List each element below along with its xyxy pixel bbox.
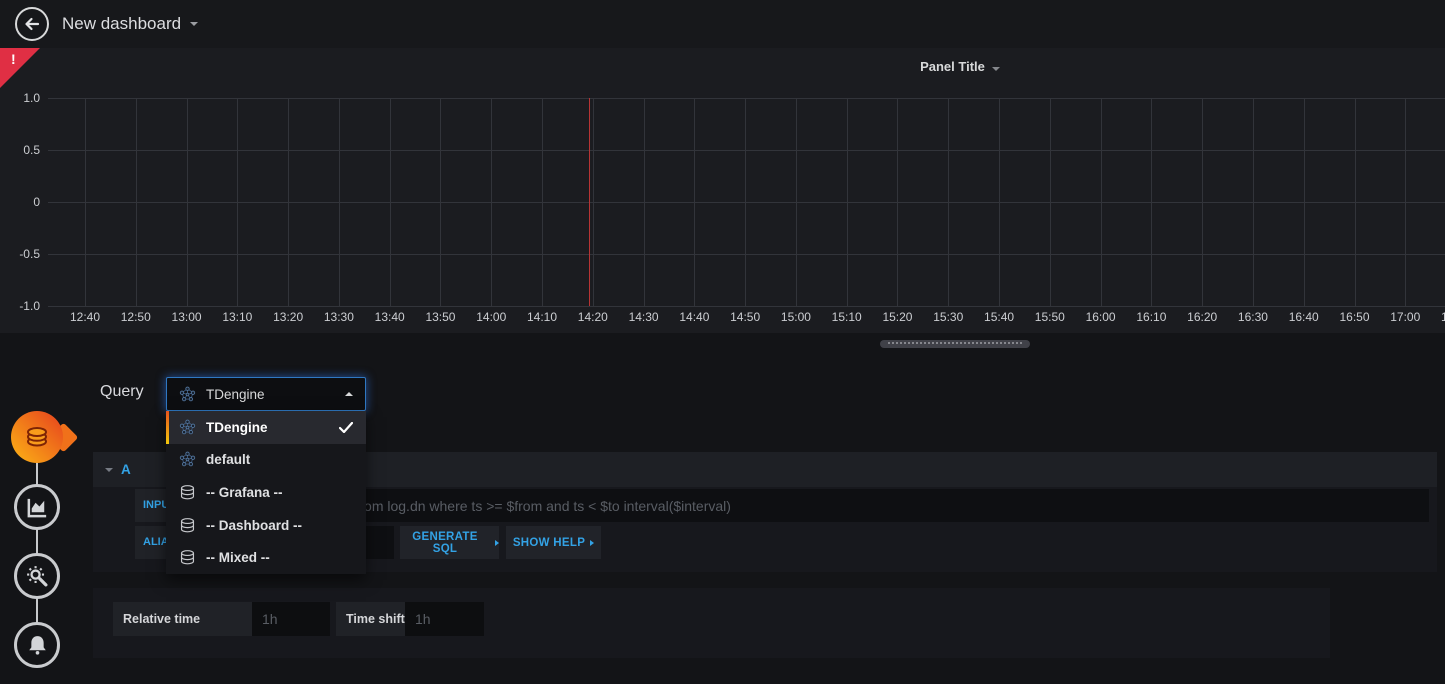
datasource-select-value: TDengine — [206, 387, 265, 402]
tdengine-logo-icon — [179, 451, 196, 468]
v-gridline — [339, 98, 340, 306]
database-icon — [179, 484, 196, 501]
time-shift-input[interactable] — [405, 602, 484, 636]
v-gridline — [897, 98, 898, 306]
v-gridline — [288, 98, 289, 306]
graph-panel: Panel Title 1.00.50-0.5-1.012:4012:5013:… — [0, 48, 1445, 333]
area-chart-icon — [25, 495, 50, 520]
y-axis-tick: 0.5 — [0, 143, 40, 157]
v-gridline — [999, 98, 1000, 306]
top-navbar: New dashboard — [0, 0, 1445, 48]
h-gridline — [48, 150, 1445, 151]
caret-right-icon — [590, 540, 594, 546]
time-options-section: Relative time Time shift — [93, 588, 1330, 658]
tabs-connector-line — [36, 437, 38, 645]
check-icon — [339, 422, 353, 433]
v-gridline — [644, 98, 645, 306]
v-gridline — [1101, 98, 1102, 306]
h-gridline — [48, 306, 1445, 307]
v-gridline — [948, 98, 949, 306]
panel-resize-handle[interactable] — [880, 340, 1030, 348]
dashboard-title: New dashboard — [62, 14, 181, 34]
datasource-option-label: -- Dashboard -- — [206, 518, 302, 533]
y-axis-tick: -0.5 — [0, 247, 40, 261]
show-help-button[interactable]: SHOW HELP — [506, 526, 601, 559]
datasource-option-label: -- Mixed -- — [206, 550, 270, 565]
v-gridline — [745, 98, 746, 306]
v-gridline — [1355, 98, 1356, 306]
v-gridline — [136, 98, 137, 306]
tdengine-logo-icon — [179, 386, 196, 403]
gear-wrench-icon — [25, 564, 50, 589]
x-axis-tick: 17:10 — [1426, 310, 1445, 324]
datasource-option-mixed[interactable]: -- Mixed -- — [166, 541, 366, 574]
v-gridline — [1050, 98, 1051, 306]
chevron-down-icon — [992, 67, 1000, 71]
y-axis-tick: 1.0 — [0, 91, 40, 105]
h-gridline — [48, 202, 1445, 203]
time-annotation-line — [589, 98, 590, 306]
v-gridline — [1202, 98, 1203, 306]
bell-icon — [25, 633, 50, 658]
datasource-option-default[interactable]: default — [166, 444, 366, 477]
generate-sql-button[interactable]: GENERATE SQL — [400, 526, 499, 559]
datasource-option-label: default — [206, 452, 250, 467]
panel-title: Panel Title — [920, 59, 985, 74]
h-gridline — [48, 254, 1445, 255]
chevron-down-icon — [190, 22, 198, 26]
h-gridline — [48, 98, 1445, 99]
v-gridline — [1304, 98, 1305, 306]
v-gridline — [85, 98, 86, 306]
tab-visualization[interactable] — [14, 484, 60, 530]
v-gridline — [593, 98, 594, 306]
v-gridline — [1151, 98, 1152, 306]
datasource-option-dashboard[interactable]: -- Dashboard -- — [166, 509, 366, 542]
dashboard-title-dropdown[interactable]: New dashboard — [62, 0, 198, 48]
v-gridline — [694, 98, 695, 306]
relative-time-label: Relative time — [113, 602, 252, 636]
relative-time-input[interactable] — [252, 602, 330, 636]
database-icon — [179, 549, 196, 566]
datasource-select[interactable]: TDengine — [166, 377, 366, 411]
v-gridline — [187, 98, 188, 306]
chevron-up-icon — [345, 392, 353, 396]
database-icon — [23, 423, 51, 451]
v-gridline — [1253, 98, 1254, 306]
tab-queries[interactable] — [11, 411, 69, 463]
v-gridline — [390, 98, 391, 306]
query-section-label: Query — [100, 383, 144, 401]
sql-input[interactable] — [186, 489, 1429, 522]
tab-alert[interactable] — [14, 622, 60, 668]
v-gridline — [1405, 98, 1406, 306]
database-icon — [179, 517, 196, 534]
y-axis-tick: 0 — [0, 195, 40, 209]
exclamation-icon: ! — [11, 51, 16, 67]
y-axis-tick: -1.0 — [0, 299, 40, 313]
datasource-option-label: TDengine — [206, 420, 268, 435]
datasource-menu: TDengine default -- Grafana -- -- Dashboard… — [166, 411, 366, 574]
back-button[interactable] — [15, 7, 49, 41]
query-row-letter: A — [121, 462, 131, 477]
v-gridline — [542, 98, 543, 306]
v-gridline — [796, 98, 797, 306]
v-gridline — [440, 98, 441, 306]
time-shift-label: Time shift — [336, 602, 405, 636]
v-gridline — [847, 98, 848, 306]
tdengine-logo-icon — [179, 419, 196, 436]
arrow-left-icon — [23, 15, 41, 33]
datasource-option-tdengine[interactable]: TDengine — [166, 411, 366, 444]
chevron-down-icon — [105, 468, 113, 472]
datasource-option-grafana[interactable]: -- Grafana -- — [166, 476, 366, 509]
caret-right-icon — [495, 540, 499, 546]
panel-title-dropdown[interactable]: Panel Title — [830, 58, 1090, 76]
datasource-option-label: -- Grafana -- — [206, 485, 283, 500]
panel-error-indicator[interactable] — [0, 48, 40, 88]
v-gridline — [237, 98, 238, 306]
v-gridline — [491, 98, 492, 306]
tab-general[interactable] — [14, 553, 60, 599]
